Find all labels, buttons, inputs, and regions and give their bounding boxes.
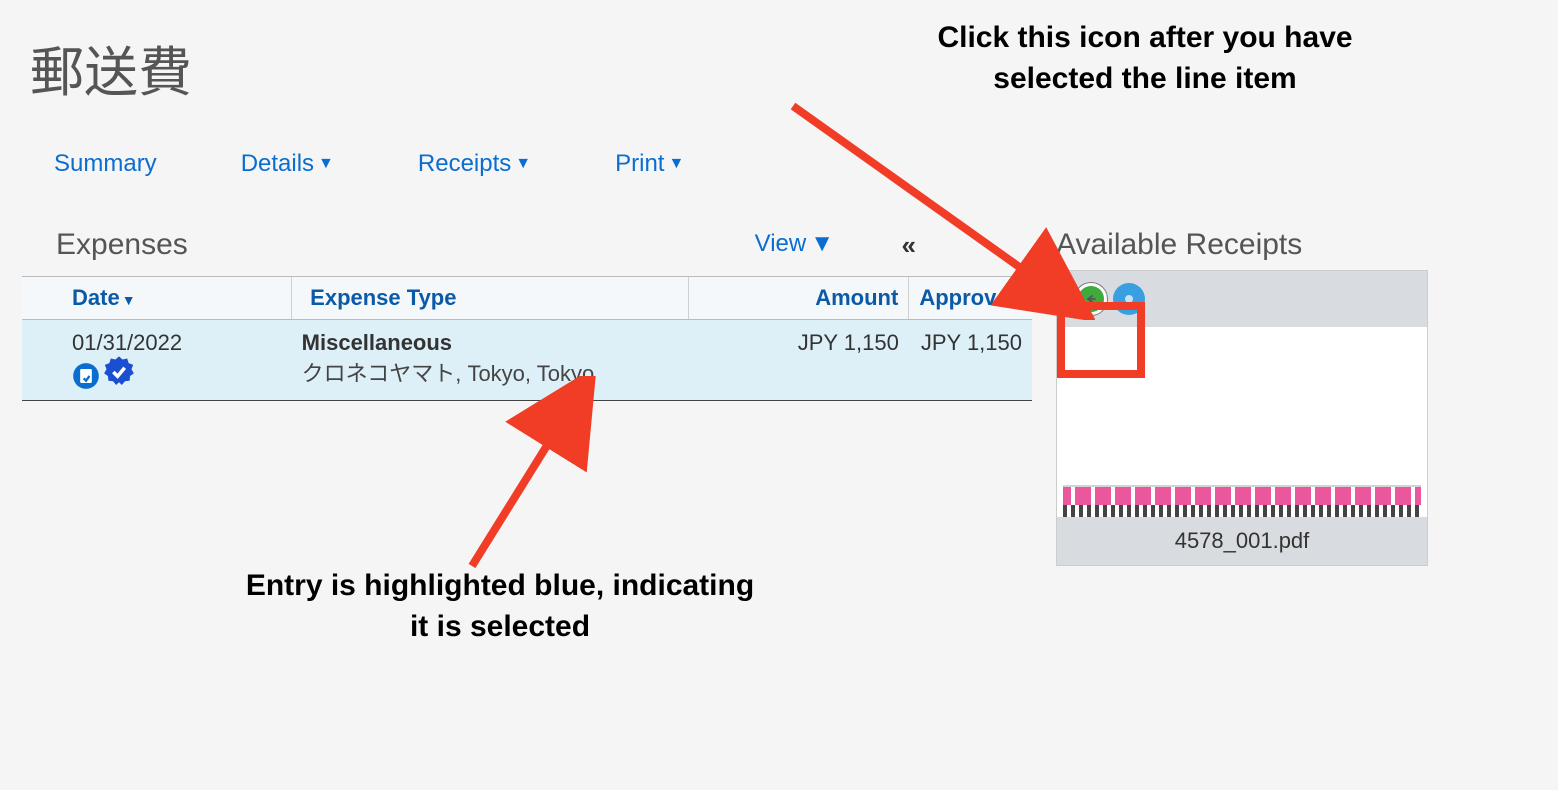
collapse-panel-icon[interactable]: « (902, 230, 916, 261)
column-type-label: Expense Type (310, 285, 456, 310)
annotation-top: Click this icon after you have selected … (930, 18, 1360, 99)
row-amount: JPY 1,150 (798, 330, 899, 355)
expenses-panel: Expenses View ▼ « Date▼ Expense Type Amo… (22, 228, 1032, 401)
dropdown-caret-icon: ▼ (318, 155, 334, 173)
column-amount-label: Amount (815, 285, 898, 310)
cell-type: Miscellaneous クロネコヤマト, Tokyo, Tokyo (292, 320, 689, 401)
column-header-date[interactable]: Date▼ (22, 277, 292, 320)
verified-badge-icon (102, 355, 136, 389)
receipt-card[interactable]: 4578_001.pdf (1056, 270, 1428, 566)
receipt-preview-barcode (1063, 505, 1421, 517)
cell-approved: JPY 1,150 (909, 320, 1032, 401)
dropdown-caret-icon: ▼ (515, 155, 531, 173)
column-header-approved[interactable]: Approved (909, 277, 1032, 320)
receipt-action-button[interactable] (1113, 283, 1145, 315)
expenses-table: Date▼ Expense Type Amount Approved 01/31… (22, 276, 1032, 401)
row-approved: JPY 1,150 (921, 330, 1022, 355)
sort-caret-icon: ▼ (122, 292, 136, 308)
table-row[interactable]: 01/31/2022 Miscellaneou (22, 320, 1032, 401)
row-date: 01/31/2022 (72, 330, 282, 356)
receipt-card-toolbar (1057, 271, 1427, 327)
receipt-filename-row: 4578_001.pdf (1057, 517, 1427, 565)
receipt-filename: 4578_001.pdf (1175, 528, 1310, 554)
page-title: 郵送費 (30, 28, 192, 107)
column-approved-label: Approved (919, 285, 1022, 310)
view-label: View (755, 230, 807, 258)
circle-action-icon (1121, 291, 1137, 307)
expenses-header: Expenses View ▼ « (22, 228, 1032, 272)
dropdown-caret-icon: ▼ (810, 230, 834, 258)
available-receipts-title: Available Receipts (1056, 228, 1428, 262)
tab-details[interactable]: Details ▼ (241, 150, 334, 178)
view-dropdown[interactable]: View ▼ (755, 230, 834, 258)
tab-details-label: Details (241, 150, 314, 178)
annotation-bottom: Entry is highlighted blue, indicating it… (240, 566, 760, 647)
tab-receipts-label: Receipts (418, 150, 511, 178)
cell-amount: JPY 1,150 (689, 320, 909, 401)
column-header-amount[interactable]: Amount (689, 277, 909, 320)
row-expense-location: クロネコヤマト, Tokyo, Tokyo (302, 356, 679, 388)
cell-date: 01/31/2022 (22, 320, 292, 401)
expenses-title: Expenses (56, 228, 188, 262)
tab-print[interactable]: Print ▼ (615, 150, 684, 178)
tabs-bar: Summary Details ▼ Receipts ▼ Print ▼ (54, 150, 684, 178)
tab-summary-label: Summary (54, 150, 157, 178)
available-receipts-panel: Available Receipts 4578_001.pdf (1056, 228, 1428, 566)
tab-summary[interactable]: Summary (54, 150, 157, 178)
annotation-arrow-bottom (458, 376, 598, 572)
tab-receipts[interactable]: Receipts ▼ (418, 150, 531, 178)
column-date-label: Date (72, 285, 120, 310)
row-status-icons (72, 362, 282, 390)
receipt-attached-icon (72, 362, 100, 390)
dropdown-caret-icon: ▼ (668, 155, 684, 173)
receipt-preview[interactable] (1057, 327, 1427, 517)
row-expense-type: Miscellaneous (302, 330, 679, 356)
arrow-left-icon (1084, 292, 1098, 306)
tab-print-label: Print (615, 150, 664, 178)
column-header-type[interactable]: Expense Type (292, 277, 689, 320)
attach-receipt-button[interactable] (1075, 283, 1107, 315)
